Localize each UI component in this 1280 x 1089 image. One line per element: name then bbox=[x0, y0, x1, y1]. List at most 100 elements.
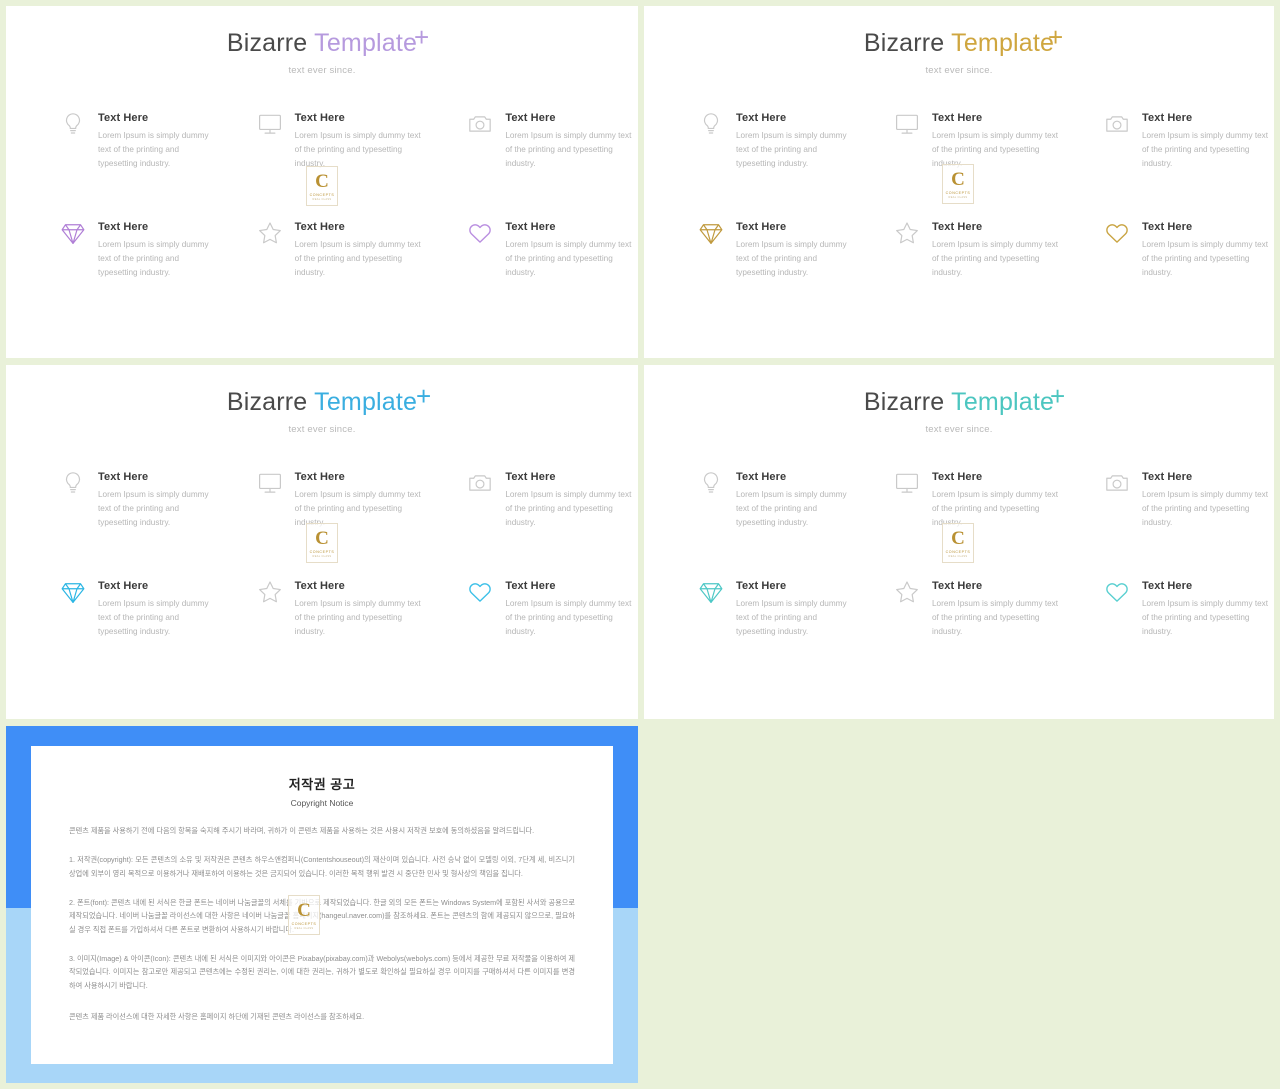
feature-item[interactable]: Text Here Lorem Ipsum is simply dummy tex… bbox=[854, 219, 1064, 281]
heart-icon bbox=[467, 220, 493, 246]
title-word-2: Template bbox=[951, 29, 1055, 57]
title-word-2: Template bbox=[314, 29, 418, 57]
feature-body: Lorem Ipsum is simply dummy text of the … bbox=[736, 239, 847, 278]
feature-title: Text Here bbox=[98, 220, 149, 233]
feature-item[interactable]: Text Here Lorem Ipsum is simply dummy tex… bbox=[854, 469, 1064, 531]
feature-text: Text Here Lorem Ipsum is simply dummy tex… bbox=[98, 578, 217, 640]
feature-body: Lorem Ipsum is simply dummy text of the … bbox=[98, 239, 209, 278]
title-word-2: Template bbox=[314, 388, 418, 416]
feature-body: Lorem Ipsum is simply dummy text of the … bbox=[294, 598, 421, 637]
feature-item[interactable]: Text Here Lorem Ipsum is simply dummy tex… bbox=[644, 110, 854, 172]
slide-title: Bizarre Template bbox=[6, 388, 638, 417]
watermark-logo: C CONCEPTS REAL CLASS bbox=[942, 164, 974, 204]
slide-title: Bizarre Template bbox=[644, 388, 1274, 417]
feature-item[interactable]: Text Here Lorem Ipsum is simply dummy tex… bbox=[1064, 110, 1274, 172]
feature-item[interactable]: Text Here Lorem Ipsum is simply dummy tex… bbox=[1064, 219, 1274, 281]
camera-icon bbox=[467, 470, 493, 496]
diamond-icon bbox=[698, 579, 724, 605]
feature-text: Text Here Lorem Ipsum is simply dummy tex… bbox=[736, 578, 854, 640]
feature-item[interactable]: Text Here Lorem Ipsum is simply dummy tex… bbox=[854, 578, 1064, 640]
star-icon bbox=[894, 579, 920, 605]
feature-text: Text Here Lorem Ipsum is simply dummy tex… bbox=[98, 219, 217, 281]
feature-title: Text Here bbox=[1142, 579, 1193, 592]
feature-text: Text Here Lorem Ipsum is simply dummy tex… bbox=[932, 219, 1064, 281]
feature-text: Text Here Lorem Ipsum is simply dummy tex… bbox=[1142, 219, 1274, 281]
feature-text: Text Here Lorem Ipsum is simply dummy tex… bbox=[736, 469, 854, 531]
feature-text: Text Here Lorem Ipsum is simply dummy tex… bbox=[505, 578, 638, 640]
watermark-logo: C CONCEPTS REAL CLASS bbox=[288, 895, 320, 935]
feature-item[interactable]: Text Here Lorem Ipsum is simply dummy tex… bbox=[6, 578, 217, 640]
feature-title: Text Here bbox=[736, 579, 787, 592]
camera-icon bbox=[1104, 470, 1130, 496]
feature-text: Text Here Lorem Ipsum is simply dummy tex… bbox=[295, 110, 428, 172]
feature-item[interactable]: Text Here Lorem Ipsum is simply dummy tex… bbox=[217, 110, 428, 172]
feature-item[interactable]: Text Here Lorem Ipsum is simply dummy tex… bbox=[644, 469, 854, 531]
feature-item[interactable]: Text Here Lorem Ipsum is simply dummy tex… bbox=[427, 469, 638, 531]
feature-body: Lorem Ipsum is simply dummy text of the … bbox=[98, 489, 209, 528]
slide-subtitle: text ever since. bbox=[288, 423, 356, 435]
watermark-letter: C bbox=[297, 899, 311, 921]
feature-item[interactable]: Text Here Lorem Ipsum is simply dummy tex… bbox=[6, 110, 217, 172]
feature-text: Text Here Lorem Ipsum is simply dummy tex… bbox=[505, 110, 638, 172]
slide-title: Bizarre Template bbox=[644, 29, 1274, 58]
lightbulb-icon bbox=[698, 111, 724, 137]
slide-header: Bizarre Template + text ever since. bbox=[6, 6, 638, 76]
feature-item[interactable]: Text Here Lorem Ipsum is simply dummy tex… bbox=[217, 219, 428, 281]
feature-item[interactable]: Text Here Lorem Ipsum is simply dummy tex… bbox=[427, 219, 638, 281]
feature-title: Text Here bbox=[736, 111, 787, 124]
feature-item[interactable]: Text Here Lorem Ipsum is simply dummy tex… bbox=[217, 578, 428, 640]
feature-item[interactable]: Text Here Lorem Ipsum is simply dummy tex… bbox=[854, 110, 1064, 172]
slide-panel-2[interactable]: Bizarre Template + text ever since. Text… bbox=[644, 6, 1274, 358]
slide-panel-4[interactable]: Bizarre Template + text ever since. Text… bbox=[644, 365, 1274, 719]
feature-body: Lorem Ipsum is simply dummy text of the … bbox=[1142, 130, 1269, 169]
feature-item[interactable]: Text Here Lorem Ipsum is simply dummy tex… bbox=[1064, 469, 1274, 531]
copyright-section-1: 1. 저작권(copyright): 모든 콘텐츠의 소유 및 저작권은 콘텐츠… bbox=[69, 855, 575, 878]
feature-body: Lorem Ipsum is simply dummy text of the … bbox=[1142, 239, 1269, 278]
watermark-name: CONCEPTS bbox=[309, 192, 335, 197]
feature-title: Text Here bbox=[294, 220, 345, 233]
copyright-subtitle: Copyright Notice bbox=[290, 798, 354, 808]
feature-body: Lorem Ipsum is simply dummy text of the … bbox=[294, 239, 421, 278]
copyright-paper: 저작권 공고 Copyright Notice 콘텐츠 제품을 사용하기 전에 … bbox=[31, 746, 613, 1064]
plus-icon: + bbox=[416, 381, 432, 411]
monitor-icon bbox=[257, 470, 283, 496]
lightbulb-icon bbox=[698, 470, 724, 496]
camera-icon bbox=[1104, 111, 1130, 137]
copyright-slide[interactable]: 저작권 공고 Copyright Notice 콘텐츠 제품을 사용하기 전에 … bbox=[6, 726, 638, 1083]
diamond-icon bbox=[698, 220, 724, 246]
diamond-icon bbox=[60, 220, 86, 246]
feature-title: Text Here bbox=[932, 579, 983, 592]
feature-text: Text Here Lorem Ipsum is simply dummy tex… bbox=[1142, 469, 1274, 531]
feature-text: Text Here Lorem Ipsum is simply dummy tex… bbox=[932, 578, 1064, 640]
feature-body: Lorem Ipsum is simply dummy text of the … bbox=[736, 598, 847, 637]
lightbulb-icon bbox=[60, 470, 86, 496]
title-word-1: Bizarre bbox=[863, 29, 945, 57]
feature-title: Text Here bbox=[505, 111, 556, 124]
feature-title: Text Here bbox=[294, 470, 345, 483]
slide-header: Bizarre Template + text ever since. bbox=[6, 365, 638, 435]
slide-subtitle: text ever since. bbox=[925, 423, 993, 435]
watermark-name: CONCEPTS bbox=[945, 549, 971, 554]
feature-title: Text Here bbox=[294, 579, 345, 592]
monitor-icon bbox=[894, 470, 920, 496]
feature-item[interactable]: Text Here Lorem Ipsum is simply dummy tex… bbox=[1064, 578, 1274, 640]
feature-title: Text Here bbox=[736, 470, 787, 483]
slide-panel-1[interactable]: Bizarre Template + text ever since. Text… bbox=[6, 6, 638, 358]
title-word-1: Bizarre bbox=[226, 29, 308, 57]
feature-body: Lorem Ipsum is simply dummy text of the … bbox=[932, 598, 1059, 637]
copyright-section-3: 3. 이미지(Image) & 아이콘(Icon): 콘텐츠 내에 된 서식은 … bbox=[69, 953, 575, 990]
feature-item[interactable]: Text Here Lorem Ipsum is simply dummy tex… bbox=[644, 578, 854, 640]
feature-item[interactable]: Text Here Lorem Ipsum is simply dummy tex… bbox=[6, 469, 217, 531]
feature-title: Text Here bbox=[98, 111, 149, 124]
feature-item[interactable]: Text Here Lorem Ipsum is simply dummy tex… bbox=[644, 219, 854, 281]
feature-item[interactable]: Text Here Lorem Ipsum is simply dummy tex… bbox=[427, 578, 638, 640]
feature-item[interactable]: Text Here Lorem Ipsum is simply dummy tex… bbox=[217, 469, 428, 531]
slide-panel-3[interactable]: Bizarre Template + text ever since. Text… bbox=[6, 365, 638, 719]
feature-item[interactable]: Text Here Lorem Ipsum is simply dummy tex… bbox=[427, 110, 638, 172]
plus-icon: + bbox=[1050, 381, 1066, 411]
feature-item[interactable]: Text Here Lorem Ipsum is simply dummy tex… bbox=[6, 219, 217, 281]
feature-body: Lorem Ipsum is simply dummy text of the … bbox=[505, 489, 632, 528]
slide-title: Bizarre Template bbox=[6, 29, 638, 58]
feature-title: Text Here bbox=[1142, 220, 1193, 233]
feature-title: Text Here bbox=[505, 470, 556, 483]
